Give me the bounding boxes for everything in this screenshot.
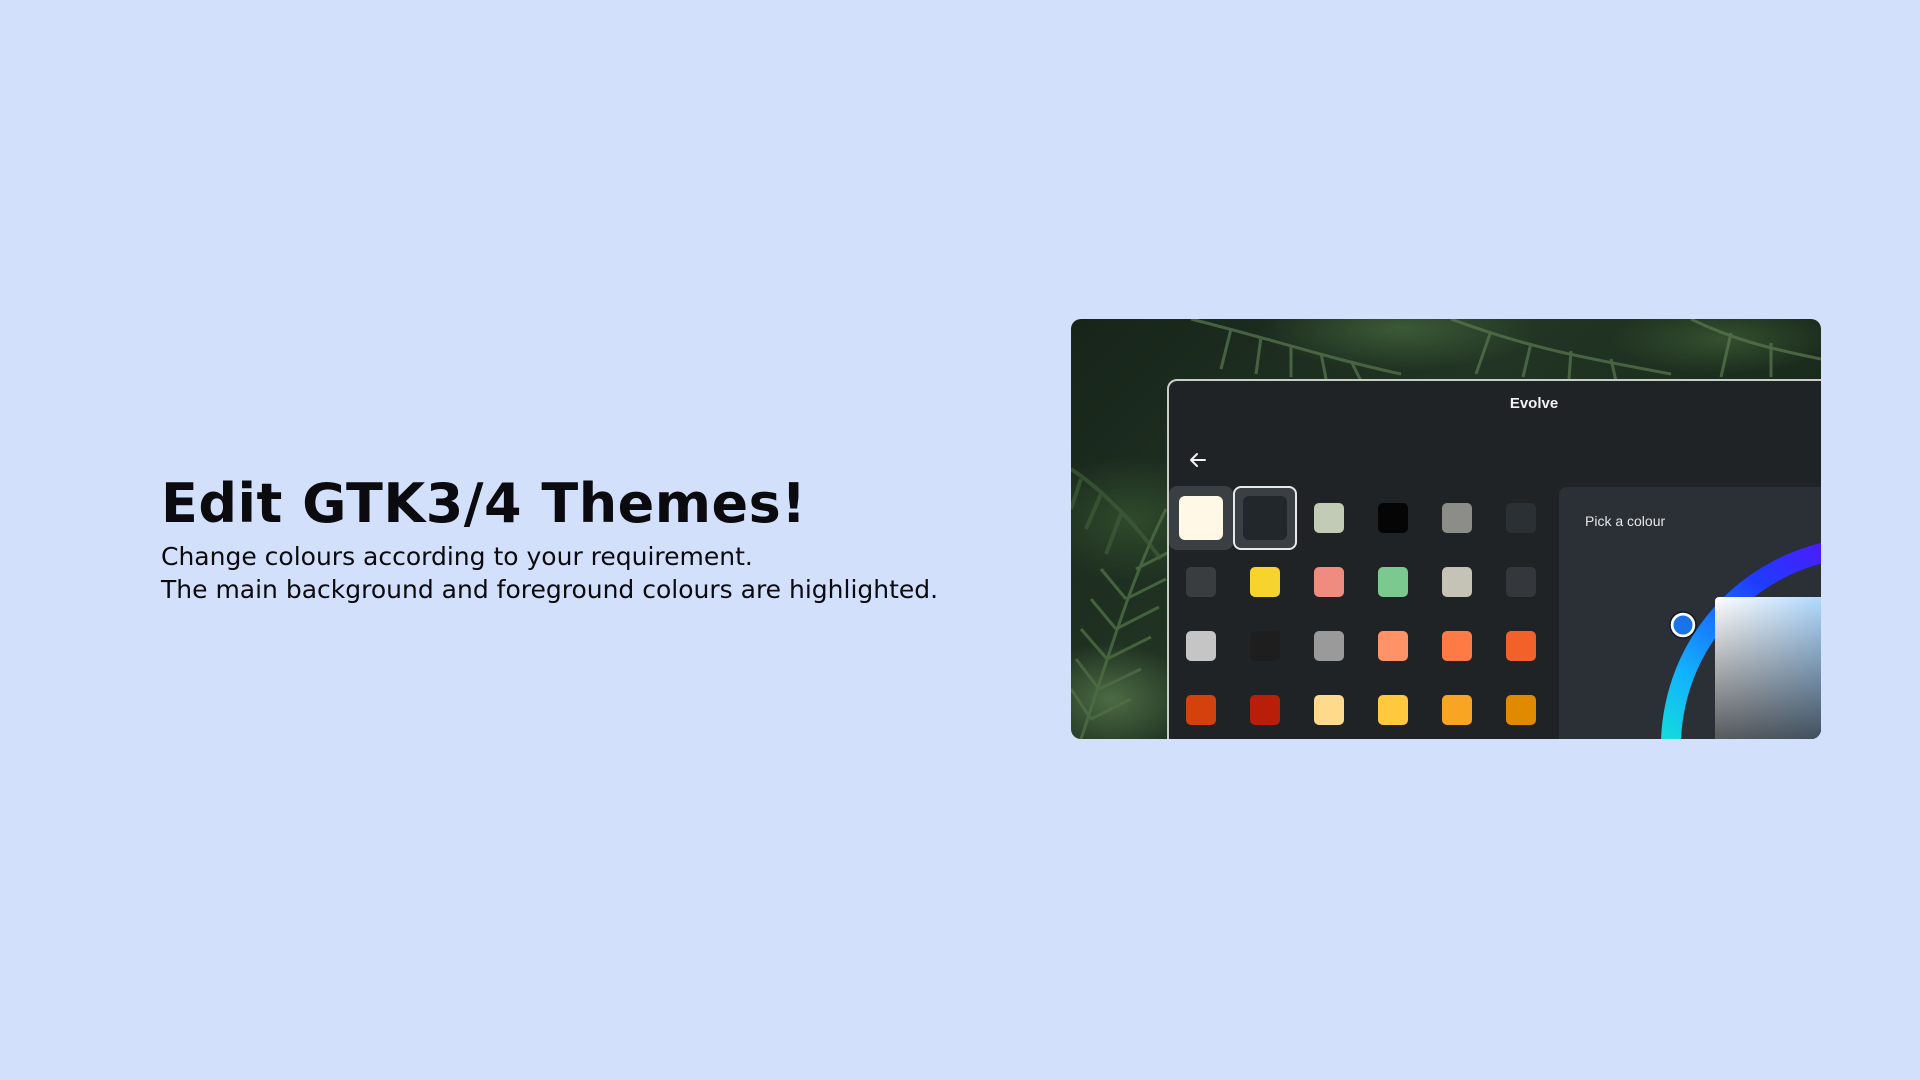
color-picker-panel: Pick a colour: [1559, 487, 1821, 739]
swatch-foreground-selected[interactable]: [1169, 486, 1233, 550]
swatch-color: [1314, 695, 1344, 725]
app-window: Evolve Pick a colour: [1167, 379, 1821, 739]
swatch-color: [1442, 567, 1472, 597]
swatch-color: [1442, 695, 1472, 725]
swatch-color: [1314, 503, 1344, 533]
swatch-color: [1250, 695, 1280, 725]
window-title: Evolve: [1509, 395, 1559, 412]
arrow-left-icon[interactable]: [1187, 449, 1209, 471]
swatch-background-selected[interactable]: [1233, 486, 1297, 550]
swatch-color: [1506, 631, 1536, 661]
color-swatch[interactable]: [1361, 678, 1425, 739]
swatch-color: [1506, 695, 1536, 725]
color-swatch[interactable]: [1361, 486, 1425, 550]
app-screenshot: Evolve Pick a colour: [1071, 319, 1821, 739]
swatch-color: [1378, 503, 1408, 533]
swatch-color: [1442, 631, 1472, 661]
swatch-color: [1378, 695, 1408, 725]
hero: Edit GTK3/4 Themes! Change colours accor…: [161, 468, 938, 606]
swatch-color: [1186, 567, 1216, 597]
color-swatch[interactable]: [1425, 614, 1489, 678]
color-swatch[interactable]: [1233, 550, 1297, 614]
swatch-color: [1243, 496, 1287, 540]
color-swatch[interactable]: [1297, 550, 1361, 614]
color-swatch[interactable]: [1169, 678, 1233, 739]
color-swatch[interactable]: [1297, 614, 1361, 678]
swatch-grid: [1169, 486, 1553, 739]
titlebar: Evolve: [1169, 381, 1821, 427]
color-swatch[interactable]: [1169, 550, 1233, 614]
color-swatch[interactable]: [1489, 486, 1553, 550]
swatch-color: [1314, 631, 1344, 661]
color-swatch[interactable]: [1489, 678, 1553, 739]
swatch-color: [1378, 567, 1408, 597]
swatch-color: [1378, 631, 1408, 661]
hue-handle[interactable]: [1559, 487, 1821, 739]
hero-line-1: Change colours according to your require…: [161, 542, 753, 571]
swatch-color: [1179, 496, 1223, 540]
swatch-color: [1314, 567, 1344, 597]
color-swatch[interactable]: [1169, 614, 1233, 678]
swatch-color: [1186, 631, 1216, 661]
color-swatch[interactable]: [1489, 614, 1553, 678]
color-swatch[interactable]: [1297, 678, 1361, 739]
hero-title: Edit GTK3/4 Themes!: [161, 472, 807, 535]
color-swatch[interactable]: [1425, 486, 1489, 550]
color-swatch[interactable]: [1361, 614, 1425, 678]
swatch-color: [1186, 695, 1216, 725]
swatch-color: [1506, 503, 1536, 533]
color-swatch[interactable]: [1233, 678, 1297, 739]
color-swatch[interactable]: [1425, 678, 1489, 739]
swatch-color: [1250, 567, 1280, 597]
hero-line-2: The main background and foreground colou…: [161, 575, 939, 604]
color-swatch[interactable]: [1489, 550, 1553, 614]
color-swatch[interactable]: [1233, 614, 1297, 678]
color-swatch[interactable]: [1297, 486, 1361, 550]
color-swatch[interactable]: [1425, 550, 1489, 614]
swatch-color: [1506, 567, 1536, 597]
swatch-color: [1250, 631, 1280, 661]
swatch-color: [1442, 503, 1472, 533]
color-swatch[interactable]: [1361, 550, 1425, 614]
